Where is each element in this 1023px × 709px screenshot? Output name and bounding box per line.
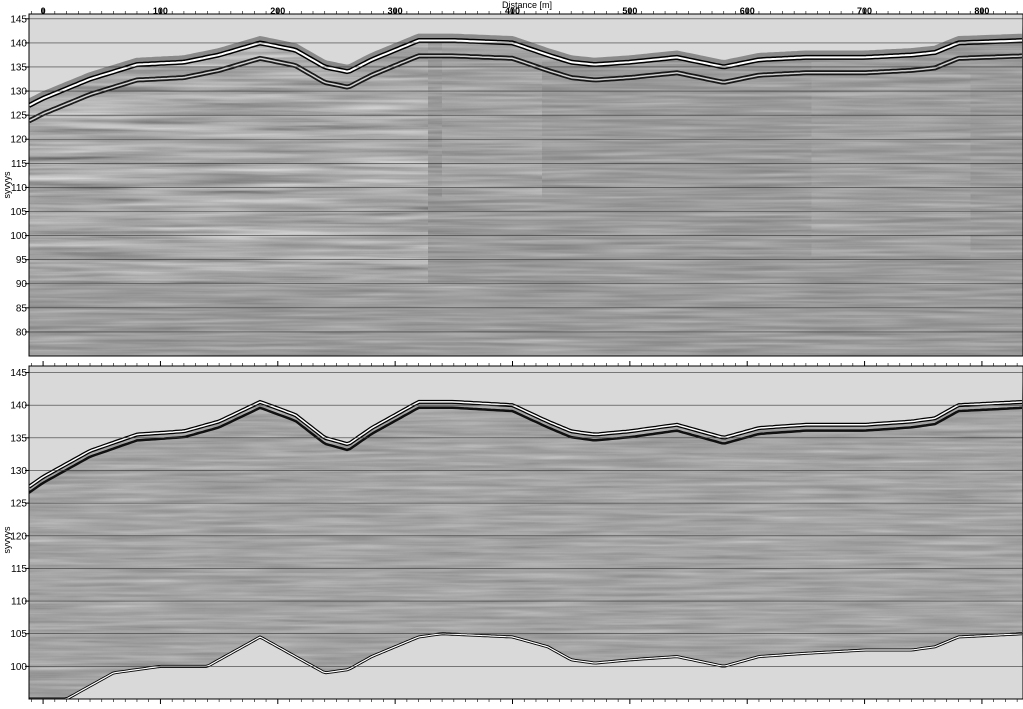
x-tick-label: 800 bbox=[974, 6, 989, 16]
x-axis-label: Distance [m] bbox=[502, 0, 552, 10]
x-tick-label: 0 bbox=[41, 6, 46, 16]
x-tick-label: 600 bbox=[740, 6, 755, 16]
upper-radargram-panel: 0 100 200 300 400 500 600 700 800 80859095100105… bbox=[2, 0, 1023, 357]
y-tick-label: 130 bbox=[10, 87, 27, 98]
y-tick-label: 120 bbox=[10, 531, 27, 542]
y-tick-label: 125 bbox=[10, 499, 27, 510]
x-tick-label: 200 bbox=[270, 6, 285, 16]
y-tick-label: 135 bbox=[10, 62, 27, 73]
y-tick-label: 100 bbox=[10, 662, 27, 673]
y-tick-label: 80 bbox=[16, 327, 28, 338]
radar-figure: 0 100 200 300 400 500 600 700 800 80859095100105… bbox=[2, 0, 1023, 704]
x-tick-label: 100 bbox=[153, 6, 168, 16]
y-tick-label: 145 bbox=[10, 14, 27, 25]
upper-reflection-texture bbox=[29, 40, 1023, 356]
y-tick-label: 110 bbox=[11, 183, 27, 194]
lower-y-axis: 100 105 110 115 120 125 130 135 140 145 bbox=[10, 368, 29, 673]
x-tick-label: 300 bbox=[388, 6, 403, 16]
y-tick-label: 135 bbox=[10, 433, 27, 444]
lower-y-axis-label: syvyys bbox=[2, 526, 12, 554]
y-tick-label: 105 bbox=[10, 207, 27, 218]
y-tick-label: 125 bbox=[10, 111, 27, 122]
y-tick-label: 110 bbox=[11, 597, 27, 608]
y-tick-label: 115 bbox=[11, 564, 27, 575]
upper-y-axis: 80 85 90 95 100 105 110 115 120 125 130 135 140 145 bbox=[10, 14, 29, 338]
y-tick-label: 105 bbox=[10, 629, 27, 640]
y-tick-label: 130 bbox=[10, 466, 27, 477]
x-tick-label: 700 bbox=[857, 6, 872, 16]
y-tick-label: 120 bbox=[10, 135, 27, 146]
y-tick-label: 115 bbox=[11, 159, 27, 170]
y-tick-label: 145 bbox=[10, 368, 27, 379]
lower-radargram-panel: 100 105 110 115 120 125 130 135 140 145 syvyys bbox=[2, 361, 1023, 704]
y-tick-label: 85 bbox=[16, 303, 28, 314]
x-tick-label: 500 bbox=[622, 6, 637, 16]
y-tick-label: 100 bbox=[10, 231, 27, 242]
y-tick-label: 95 bbox=[16, 255, 28, 266]
upper-y-axis-label: syvyys bbox=[2, 171, 12, 199]
y-tick-label: 140 bbox=[10, 401, 27, 412]
y-tick-label: 140 bbox=[10, 38, 27, 49]
y-tick-label: 90 bbox=[16, 279, 28, 290]
